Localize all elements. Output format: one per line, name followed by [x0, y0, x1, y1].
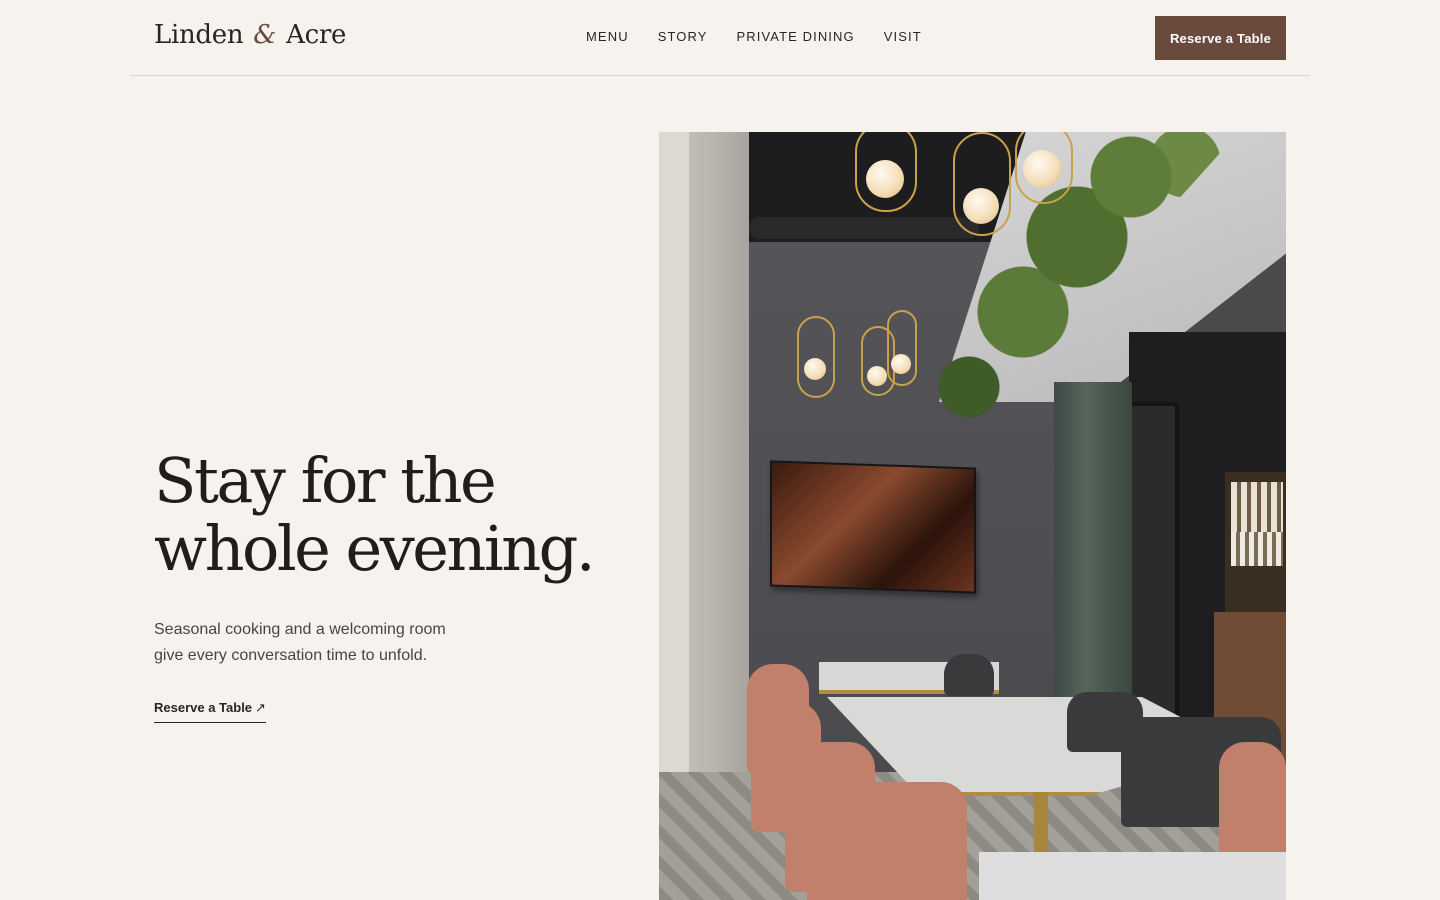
photo-bottles-lower: [1231, 532, 1283, 566]
nav-item-visit[interactable]: VISIT: [884, 29, 922, 44]
brand-name-part2: Acre: [286, 20, 347, 50]
nav-item-private-dining[interactable]: PRIVATE DINING: [737, 29, 855, 44]
hero-lede-line2: give every conversation time to unfold.: [154, 647, 428, 664]
hero-lede-line1: Seasonal cooking and a welcoming room: [154, 621, 446, 638]
photo-chair: [807, 782, 967, 900]
reserve-table-link[interactable]: Reserve a Table ↗: [154, 700, 266, 723]
photo-pendant-globe: [866, 160, 904, 198]
hero-lede: Seasonal cooking and a welcoming room gi…: [154, 617, 484, 669]
photo-duct: [749, 217, 979, 239]
brand-name-part1: Linden: [154, 20, 244, 50]
nav-item-story[interactable]: STORY: [658, 29, 708, 44]
hero-headline: Stay for the whole evening.: [154, 444, 596, 585]
photo-pendant-lamp: [887, 310, 917, 386]
reserve-table-link-label: Reserve a Table: [154, 700, 253, 715]
photo-wall-screen: [770, 460, 976, 594]
photo-dining-table: [979, 852, 1286, 900]
brand-ampersand: &: [253, 20, 277, 50]
reserve-table-button[interactable]: Reserve a Table: [1155, 16, 1286, 60]
photo-pendant-globe: [1023, 150, 1061, 188]
site-header: Linden & Acre MENU STORY PRIVATE DINING …: [130, 0, 1310, 76]
photo-pendant-globe: [891, 354, 911, 374]
hero-headline-line2: whole evening.: [154, 512, 596, 585]
brand-logo[interactable]: Linden & Acre: [154, 20, 346, 50]
hero-headline-line1: Stay for the: [154, 444, 497, 517]
hero-image-dining-room: [659, 132, 1286, 900]
photo-pendant-lamp: [797, 316, 835, 398]
arrow-up-right-icon: ↗: [255, 700, 266, 715]
photo-pendant-globe: [867, 366, 887, 386]
photo-pendant-globe: [804, 358, 826, 380]
photo-chair: [1219, 742, 1286, 862]
photo-chair: [944, 654, 994, 696]
nav-item-menu[interactable]: MENU: [586, 29, 629, 44]
photo-pendant-globe: [963, 188, 999, 224]
main-nav: MENU STORY PRIVATE DINING VISIT: [586, 29, 922, 44]
